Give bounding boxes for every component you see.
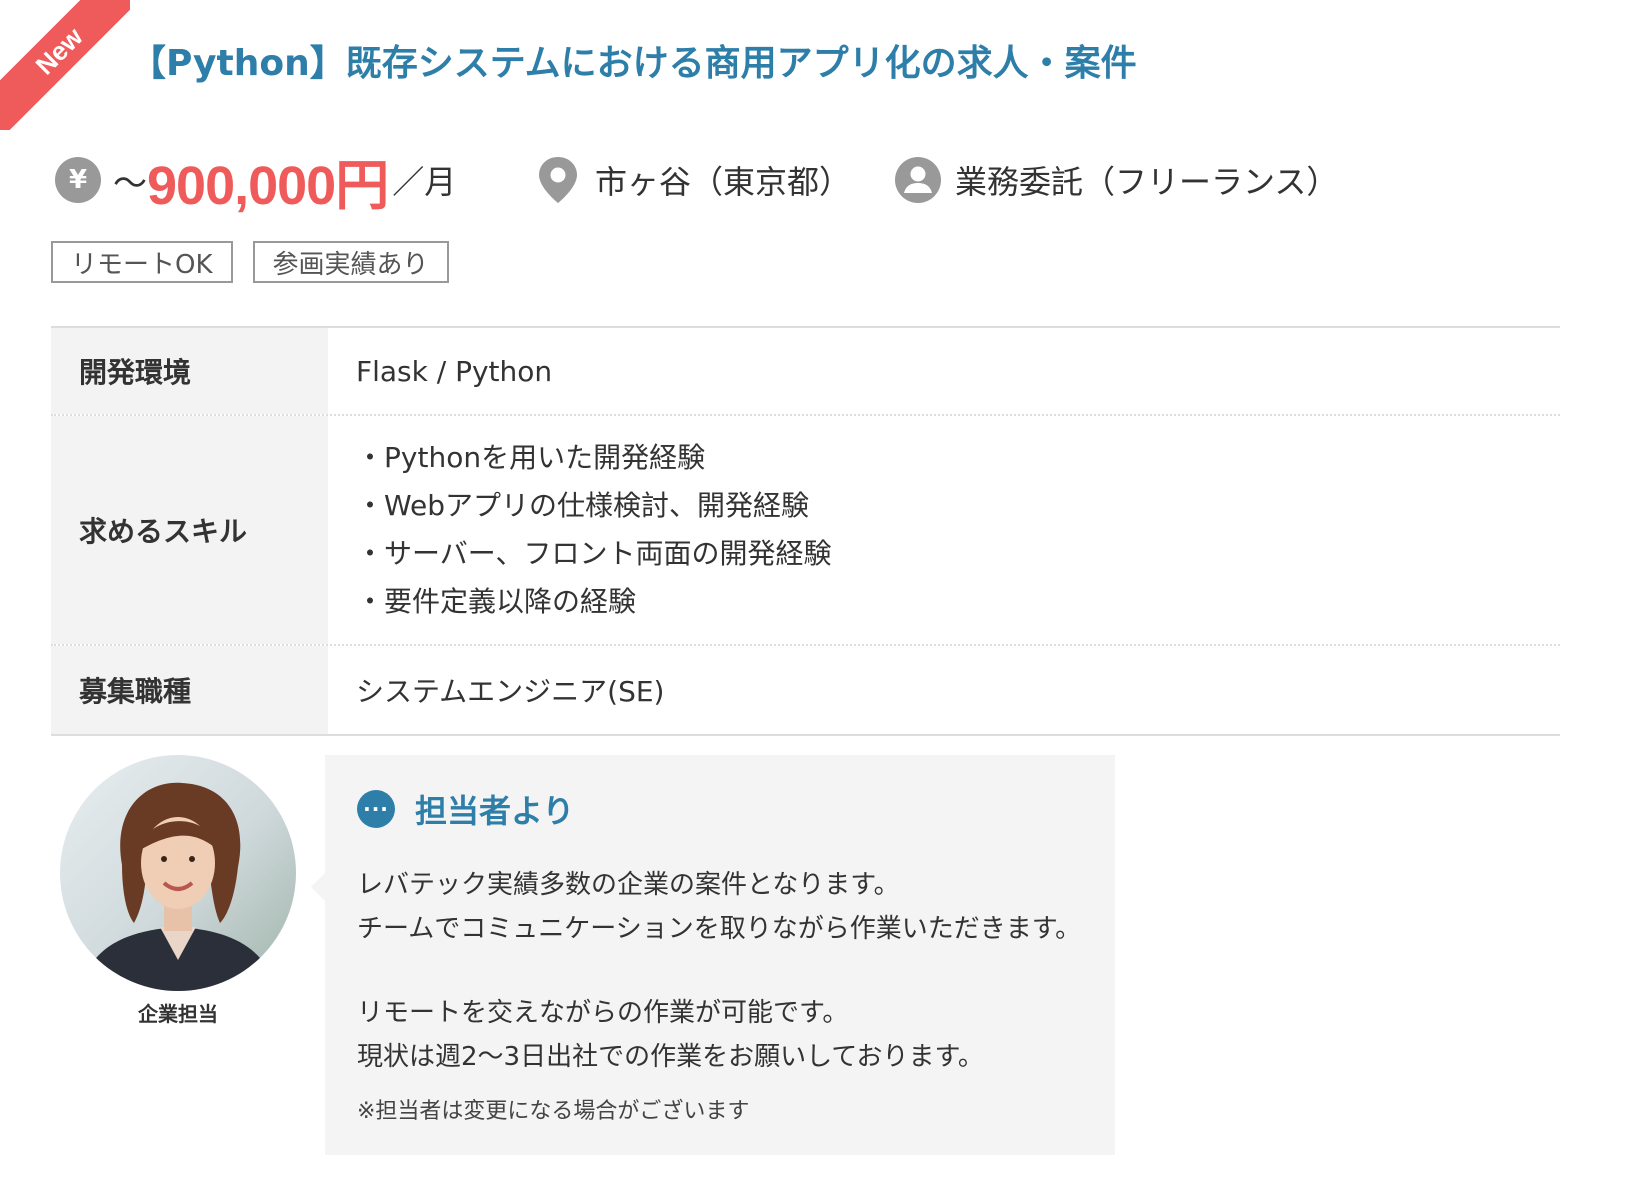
person-icon [895, 157, 941, 203]
message-header: ··· 担当者より [357, 785, 1115, 833]
staff-photo [80, 782, 276, 991]
row-label-skills: 求めるスキル [51, 416, 328, 644]
job-title[interactable]: 【Python】既存システムにおける商用アプリ化の求人・案件 [130, 34, 1137, 86]
message-line: チームでコミュニケーションを取りながら作業いただきます。 [357, 914, 1082, 944]
row-label-dev-env: 開発環境 [51, 328, 328, 414]
skill-list: Pythonを用いた開発経験 Webアプリの仕様検討、開発経験 サーバー、フロン… [356, 434, 831, 626]
list-item: Webアプリの仕様検討、開発経験 [356, 482, 831, 530]
tag-track-record: 参画実績あり [252, 241, 449, 283]
message-line: レバテック実績多数の企業の案件となります。 [357, 870, 900, 900]
list-item: Pythonを用いた開発経験 [356, 434, 831, 482]
salary-unit: ／月 [392, 163, 457, 201]
new-ribbon: New [0, 0, 130, 130]
message-heading: 担当者より [415, 792, 575, 830]
yen-icon: ¥ [55, 157, 101, 203]
avatar-caption: 企業担当 [138, 1002, 218, 1026]
message-note: ※担当者は変更になる場合がございます [357, 1099, 750, 1124]
chat-icon: ··· [357, 790, 395, 828]
tag-list: リモートOK 参画実績あり [51, 241, 449, 283]
table-row: 開発環境 Flask / Python [51, 328, 1560, 416]
table-row: 募集職種 システムエンジニア(SE) [51, 646, 1560, 734]
tag-remote: リモートOK [51, 241, 233, 283]
contract-type: 業務委託（フリーランス） [895, 140, 1338, 220]
new-label: New [0, 0, 130, 130]
row-label-job-type: 募集職種 [51, 646, 328, 734]
salary-prefix: ～ [113, 163, 147, 204]
avatar [60, 755, 296, 991]
location: 市ヶ谷（東京都） [535, 140, 851, 220]
message-body: レバテック実績多数の企業の案件となります。 チームでコミュニケーションを取りなが… [357, 863, 1115, 1125]
salary: ¥ ～ 900,000円 ／月 [55, 140, 456, 220]
location-pin-icon [539, 157, 577, 203]
job-detail-table: 開発環境 Flask / Python 求めるスキル Pythonを用いた開発経… [51, 326, 1560, 736]
list-item: 要件定義以降の経験 [356, 578, 831, 626]
job-meta: ¥ ～ 900,000円 ／月 市ヶ谷（東京都） 業務委託（フリーランス） [55, 140, 1615, 220]
table-row: 求めるスキル Pythonを用いた開発経験 Webアプリの仕様検討、開発経験 サ… [51, 416, 1560, 646]
location-text: 市ヶ谷（東京都） [595, 163, 852, 201]
list-item: サーバー、フロント両面の開発経験 [356, 530, 831, 578]
row-value-dev-env: Flask / Python [356, 354, 553, 388]
salary-value: 900,000円 [147, 155, 389, 216]
contract-text: 業務委託（フリーランス） [955, 163, 1339, 201]
message-line: 現状は週2～3日出社での作業をお願いしております。 [357, 1042, 984, 1072]
message-line: リモートを交えながらの作業が可能です。 [357, 998, 849, 1028]
contact-message: ··· 担当者より レバテック実績多数の企業の案件となります。 チームでコミュニ… [311, 755, 1115, 1155]
row-value-skills: Pythonを用いた開発経験 Webアプリの仕様検討、開発経験 サーバー、フロン… [328, 416, 1560, 644]
row-value-job-type: システムエンジニア(SE) [356, 675, 665, 708]
